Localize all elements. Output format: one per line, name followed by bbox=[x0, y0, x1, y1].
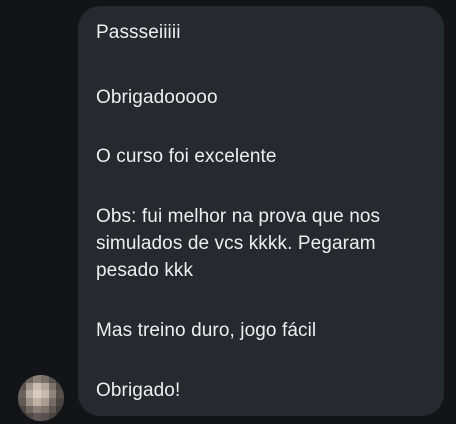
avatar-pixel bbox=[40, 375, 49, 383]
avatar-pixel bbox=[25, 405, 34, 414]
avatar-pixel bbox=[40, 390, 49, 398]
chat-conversation-area: Passseiiiii Obrigadooooo O curso foi exc… bbox=[0, 0, 456, 424]
avatar-pixel bbox=[56, 382, 64, 391]
avatar-pixel bbox=[18, 382, 26, 391]
avatar-pixel bbox=[48, 405, 57, 414]
message-text-line: Mas treino duro, jogo fácil bbox=[96, 320, 317, 341]
avatar-pixel bbox=[25, 390, 34, 398]
avatar-pixel bbox=[40, 382, 49, 391]
avatar-pixel bbox=[48, 413, 57, 421]
avatar-pixel bbox=[33, 382, 41, 391]
avatar-pixel bbox=[25, 397, 34, 406]
avatar-pixel bbox=[40, 413, 49, 421]
message-text-line: Obrigadooooo bbox=[96, 87, 218, 108]
message-text-line: Obrigado! bbox=[96, 380, 181, 401]
message-text-line: simulados de vcs kkkk. Pegaram bbox=[96, 233, 376, 254]
avatar-pixel bbox=[48, 397, 57, 406]
message-text-line: Obs: fui melhor na prova que nos bbox=[96, 206, 381, 227]
avatar-pixel bbox=[25, 382, 34, 391]
avatar-pixel bbox=[40, 405, 49, 414]
avatar-pixel bbox=[33, 405, 41, 414]
avatar-pixel bbox=[56, 413, 64, 421]
avatar-pixel bbox=[56, 375, 64, 383]
avatar-pixel bbox=[18, 397, 26, 406]
avatar-pixel bbox=[33, 375, 41, 383]
avatar-pixel bbox=[56, 397, 64, 406]
avatar-pixel bbox=[40, 397, 49, 406]
avatar-pixel bbox=[56, 405, 64, 414]
avatar-pixel bbox=[18, 413, 26, 421]
received-message-bubble[interactable]: Passseiiiii Obrigadooooo O curso foi exc… bbox=[78, 6, 444, 416]
avatar[interactable] bbox=[18, 375, 64, 421]
avatar-pixel bbox=[48, 390, 57, 398]
avatar-pixel bbox=[18, 375, 26, 383]
avatar-pixel bbox=[18, 405, 26, 414]
message-text-line: pesado kkk bbox=[96, 260, 194, 281]
avatar-pixel bbox=[18, 390, 26, 398]
avatar-pixel bbox=[56, 390, 64, 398]
avatar-pixel bbox=[33, 413, 41, 421]
avatar-pixel bbox=[33, 397, 41, 406]
avatar-pixel bbox=[25, 413, 34, 421]
avatar-pixel bbox=[25, 375, 34, 383]
message-text-line: Passseiiiii bbox=[96, 22, 181, 43]
avatar-pixel bbox=[33, 390, 41, 398]
avatar-pixel bbox=[48, 382, 57, 391]
message-text-line: O curso foi excelente bbox=[96, 146, 277, 167]
avatar-pixel bbox=[48, 375, 57, 383]
